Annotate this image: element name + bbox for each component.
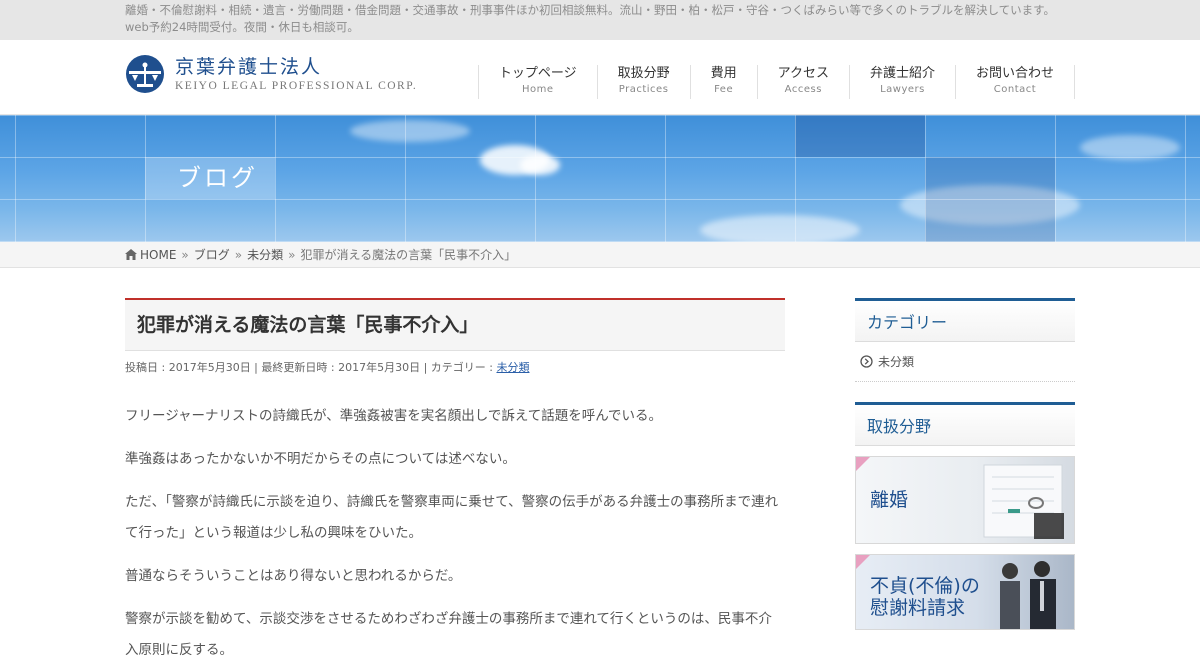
sidebar-practice-heading: 取扱分野 [855,402,1075,446]
circle-chevron-right-icon [860,355,873,368]
site-header: 京葉弁護士法人 KEIYO LEGAL PROFESSIONAL CORP. ト… [0,40,1200,115]
home-icon [125,249,137,260]
nav-label-jp: トップページ [498,66,577,81]
nav-label-en: Home [521,84,554,95]
practice-banner-divorce[interactable]: 離婚 [855,456,1075,544]
document-ring-image-icon [983,464,1064,539]
top-info-text: 離婚・不倫慰謝料・相続・遺言・労働問題・借金問題・交通事故・刑事事件ほか初回相談… [125,3,1055,34]
sidebar-category-item[interactable]: 未分類 [855,342,1075,382]
page-hero-banner: ブログ [0,115,1200,242]
breadcrumb: HOME » ブログ » 未分類 » 犯罪が消える魔法の言葉「民事不介入」 [0,242,1200,268]
breadcrumb-separator: » [234,247,243,262]
nav-label-en: Contact [993,84,1037,95]
post-body: フリージャーナリストの詩織氏が、準強姦被害を実名顔出しで訴えて話題を呼んでいる。… [125,401,785,666]
banner-label: 不貞(不倫)の 慰謝料請求 [870,575,980,619]
banner-label: 離婚 [870,489,909,511]
post-paragraph: 普通ならそういうことはあり得ないと思われるからだ。 [125,568,462,584]
post-paragraph: 準強姦はあったかないか不明だからその点については述べない。 [125,451,516,467]
main-nav: トップページ Home 取扱分野 Practices 費用 Fee アクセス A… [477,65,1075,99]
sidebar: カテゴリー 未分類 取扱分野 離婚 不貞(不倫)の 慰謝料請求 [855,298,1075,630]
post-paragraph: ただ、「警察が詩織氏に示談を迫り、詩織氏を警察車両に乗せて、警察の伝手がある弁護… [125,494,779,541]
nav-access[interactable]: アクセス Access [756,65,849,99]
nav-fee[interactable]: 費用 Fee [689,65,757,99]
breadcrumb-separator: » [181,247,189,262]
nav-label-jp: アクセス [777,66,829,81]
logo-name-en: KEIYO LEGAL PROFESSIONAL CORP. [175,80,418,92]
practice-banner-affair[interactable]: 不貞(不倫)の 慰謝料請求 [855,554,1075,630]
breadcrumb-current: 犯罪が消える魔法の言葉「民事不介入」 [300,247,517,262]
sidebar-category-label: 未分類 [878,355,915,369]
breadcrumb-separator: » [288,247,296,262]
breadcrumb-blog-link[interactable]: ブログ [194,242,230,268]
post-title: 犯罪が消える魔法の言葉「民事不介入」 [125,298,785,351]
nav-label-en: Access [784,84,822,95]
nav-practices[interactable]: 取扱分野 Practices [596,65,690,99]
people-photo-icon [1000,561,1056,629]
banner-corner-decoration [856,555,870,569]
post-paragraph: フリージャーナリストの詩織氏が、準強姦被害を実名顔出しで訴えて話題を呼んでいる。 [125,408,663,424]
nav-lawyers[interactable]: 弁護士紹介 Lawyers [848,65,955,99]
post-meta: 投稿日 : 2017年5月30日 | 最終更新日時 : 2017年5月30日 |… [125,360,785,375]
logo-name-jp: 京葉弁護士法人 [175,56,323,78]
breadcrumb-category-link[interactable]: 未分類 [247,242,283,268]
post-paragraph: 警察が示談を勧めて、示談交渉をさせるためわざわざ弁護士の事務所まで連れて行くとい… [125,611,772,658]
top-info-bar: 離婚・不倫慰謝料・相続・遺言・労働問題・借金問題・交通事故・刑事事件ほか初回相談… [0,0,1200,40]
site-logo[interactable]: 京葉弁護士法人 KEIYO LEGAL PROFESSIONAL CORP. [125,54,417,94]
post-category-link[interactable]: 未分類 [496,361,529,374]
banner-corner-decoration [856,457,870,471]
sidebar-category-heading: カテゴリー [855,298,1075,342]
nav-label-en: Lawyers [880,84,925,95]
nav-label-en: Fee [714,84,734,95]
nav-label-en: Practices [618,84,669,95]
nav-label-jp: 取扱分野 [617,66,670,81]
nav-contact[interactable]: お問い合わせ Contact [954,65,1075,99]
article: 犯罪が消える魔法の言葉「民事不介入」 投稿日 : 2017年5月30日 | 最終… [125,298,785,666]
nav-home[interactable]: トップページ Home [477,65,597,99]
page-title: ブログ [145,157,275,199]
nav-label-jp: お問い合わせ [975,66,1054,81]
scales-logo-icon [126,55,164,93]
breadcrumb-home-link[interactable]: HOME [140,242,176,268]
nav-label-jp: 弁護士紹介 [869,66,935,81]
nav-label-jp: 費用 [710,66,737,81]
post-meta-dates: 投稿日 : 2017年5月30日 | 最終更新日時 : 2017年5月30日 |… [125,361,497,374]
